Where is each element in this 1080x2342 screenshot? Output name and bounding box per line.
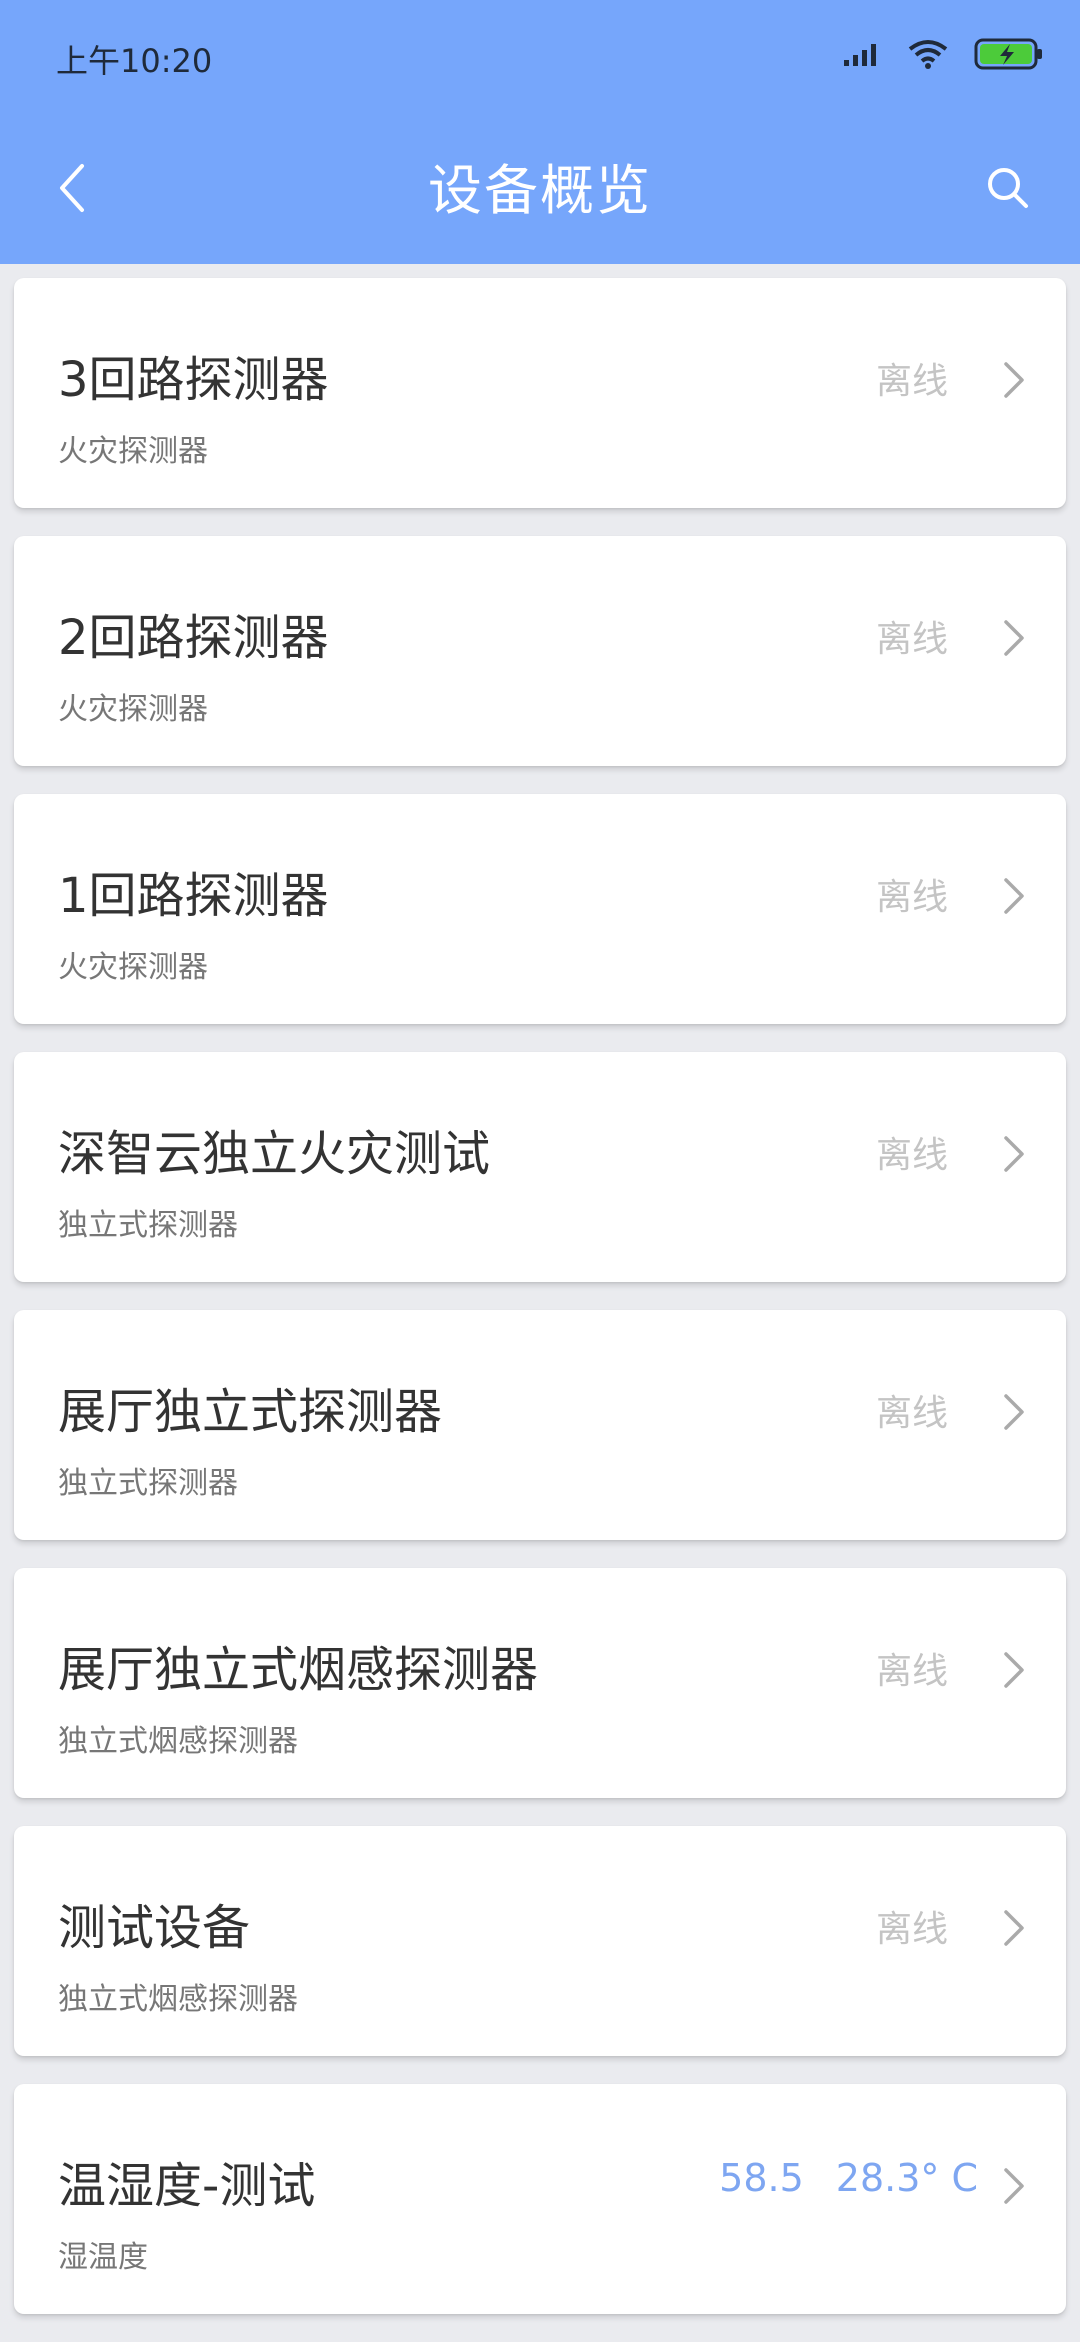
device-card[interactable]: 3回路探测器 火灾探测器 离线	[14, 278, 1066, 508]
device-status: 离线	[875, 1393, 948, 1434]
device-card[interactable]: 2回路探测器 火灾探测器 离线	[14, 536, 1066, 766]
device-type: 独立式烟感探测器	[58, 1982, 298, 2017]
device-status: 离线	[875, 1651, 948, 1692]
chevron-right-icon	[1004, 1394, 1024, 1430]
chevron-right-icon	[1004, 878, 1024, 914]
chevron-right-icon	[1004, 620, 1024, 656]
chevron-right-icon	[1004, 362, 1024, 398]
device-type: 火灾探测器	[58, 434, 208, 469]
device-type: 火灾探测器	[58, 692, 208, 727]
signal-icon	[842, 40, 882, 72]
device-card[interactable]: 1回路探测器 火灾探测器 离线	[14, 794, 1066, 1024]
device-name: 深智云独立火灾测试	[58, 1126, 491, 1182]
device-list: 3回路探测器 火灾探测器 离线 2回路探测器 火灾探测器 离线 1回路探测器 火…	[14, 278, 1066, 2342]
humidity-value: 58.5	[719, 2156, 804, 2200]
device-status: 离线	[875, 361, 948, 402]
device-card[interactable]: 展厅独立式烟感探测器 独立式烟感探测器 离线	[14, 1568, 1066, 1798]
device-name: 2回路探测器	[58, 610, 329, 666]
status-time: 上午10:20	[56, 42, 213, 80]
device-status: 离线	[875, 1909, 948, 1950]
device-name: 展厅独立式探测器	[58, 1384, 443, 1440]
battery-charging-icon	[974, 38, 1044, 74]
chevron-right-icon	[1004, 1910, 1024, 1946]
app-header: 上午10:20 设备概览	[0, 0, 1080, 264]
device-status: 离线	[875, 877, 948, 918]
chevron-right-icon	[1004, 1136, 1024, 1172]
wifi-icon	[906, 38, 950, 74]
sensor-reading: 58.5 28.3° C	[719, 2156, 978, 2200]
device-card[interactable]: 测试设备 独立式烟感探测器 离线	[14, 1826, 1066, 2056]
temperature-value: 28.3° C	[835, 2156, 978, 2200]
page-title: 设备概览	[428, 159, 652, 222]
device-card[interactable]: 温湿度-测试 湿温度 58.5 28.3° C	[14, 2084, 1066, 2314]
device-name: 测试设备	[58, 1900, 251, 1956]
device-type: 独立式探测器	[58, 1208, 238, 1243]
device-name: 展厅独立式烟感探测器	[58, 1642, 539, 1698]
device-name: 1回路探测器	[58, 868, 329, 924]
device-name: 温湿度-测试	[58, 2158, 316, 2214]
search-button[interactable]	[970, 150, 1046, 226]
device-status: 离线	[875, 1135, 948, 1176]
device-card[interactable]: 展厅独立式探测器 独立式探测器 离线	[14, 1310, 1066, 1540]
device-name: 3回路探测器	[58, 352, 329, 408]
device-type: 火灾探测器	[58, 950, 208, 985]
chevron-right-icon	[1004, 2168, 1024, 2204]
device-type: 湿温度	[58, 2240, 148, 2275]
device-type: 独立式烟感探测器	[58, 1724, 298, 1759]
search-icon	[988, 168, 1028, 208]
device-card[interactable]: 深智云独立火灾测试 独立式探测器 离线	[14, 1052, 1066, 1282]
device-type: 独立式探测器	[58, 1466, 238, 1501]
chevron-right-icon	[1004, 1652, 1024, 1688]
device-status: 离线	[875, 619, 948, 660]
status-icons	[842, 38, 1044, 74]
